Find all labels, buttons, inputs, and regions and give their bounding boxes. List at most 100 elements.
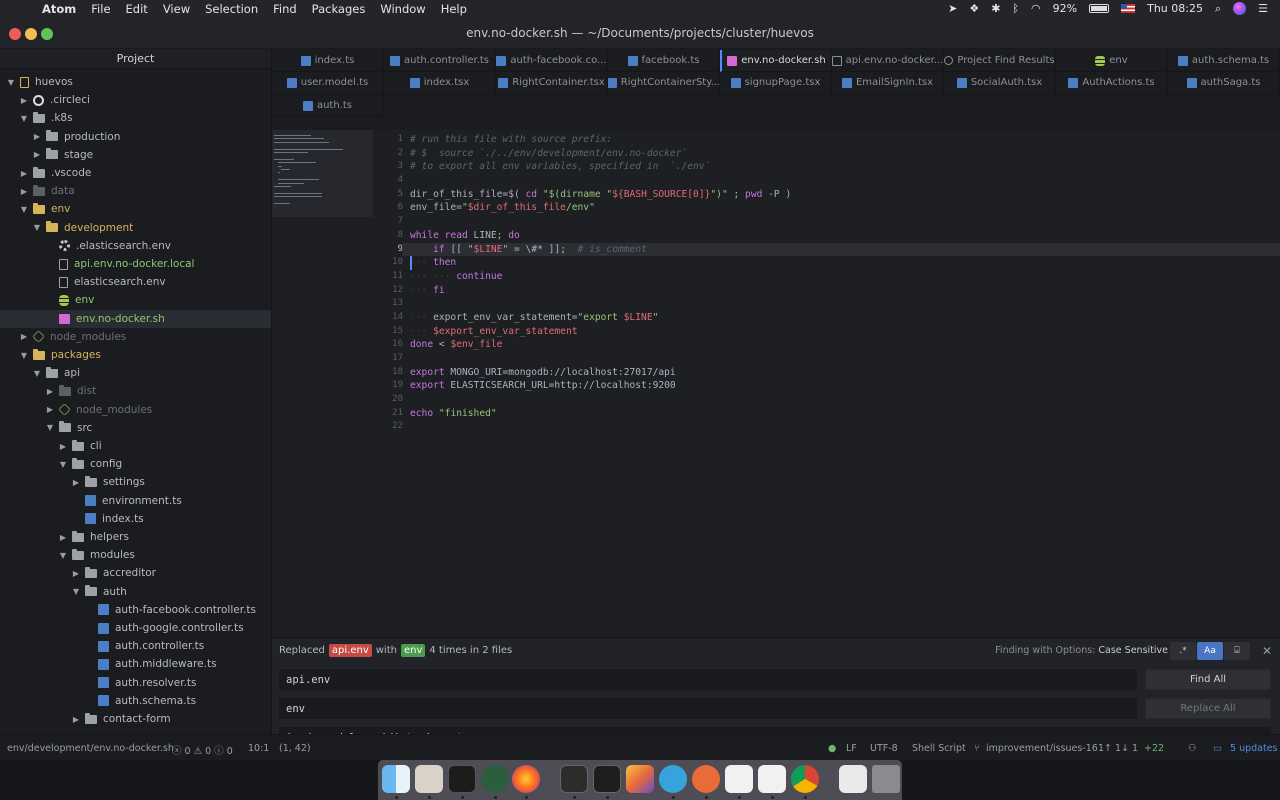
chevron-down-icon[interactable]: ▼ <box>19 114 29 123</box>
code-line[interactable]: dir_of_this_file=$( cd "$(dirname "${BAS… <box>410 188 1280 202</box>
replace-input[interactable]: env <box>279 698 1137 719</box>
editor-tab[interactable]: facebook.ts <box>608 50 720 72</box>
menu-window[interactable]: Window <box>380 2 425 16</box>
line-number[interactable]: 19 <box>373 379 403 393</box>
code-line[interactable] <box>410 393 1280 407</box>
chevron-down-icon[interactable]: ▼ <box>45 423 55 432</box>
editor-tab[interactable]: auth-facebook.co... <box>496 50 608 72</box>
chevron-right-icon[interactable]: ▶ <box>71 569 81 578</box>
line-number[interactable]: 15 <box>373 325 403 339</box>
chevron-right-icon[interactable]: ▶ <box>19 169 29 178</box>
activity-monitor-dock-icon[interactable] <box>560 765 588 793</box>
line-number[interactable]: 9 <box>373 243 403 257</box>
editor-tab[interactable]: user.model.ts <box>272 72 384 95</box>
chevron-down-icon[interactable]: ▼ <box>58 460 68 469</box>
find-input[interactable]: api.env <box>279 669 1137 690</box>
battery-icon[interactable] <box>1089 4 1110 13</box>
chevron-down-icon[interactable]: ▼ <box>19 351 29 360</box>
status-encoding[interactable]: UTF-8 <box>870 743 898 754</box>
chevron-down-icon[interactable]: ▼ <box>32 223 42 232</box>
tree-item[interactable]: ▶ helpers <box>0 528 271 546</box>
editor-tab[interactable]: AuthActions.ts <box>1056 72 1168 95</box>
code-line[interactable]: ··· fi <box>410 284 1280 298</box>
code-line[interactable]: # run this file with source prefix: <box>410 133 1280 147</box>
menu-view[interactable]: View <box>163 2 190 16</box>
regex-toggle-button[interactable]: .* <box>1170 642 1196 660</box>
line-number[interactable]: 14 <box>373 311 403 325</box>
code-line[interactable]: # to export all env variables, specified… <box>410 160 1280 174</box>
code-line[interactable]: ··· then <box>410 256 1280 270</box>
code-line[interactable]: done < $env_file <box>410 338 1280 352</box>
tree-item[interactable]: ▼ env <box>0 200 271 218</box>
line-number[interactable]: 18 <box>373 366 403 380</box>
bluetooth-icon[interactable]: ᛒ <box>1012 2 1019 15</box>
chevron-right-icon[interactable]: ▶ <box>19 96 29 105</box>
menu-app-name[interactable]: Atom <box>42 2 76 16</box>
tree-item[interactable]: ▼ .k8s <box>0 109 271 127</box>
tree-item[interactable]: ▼ development <box>0 219 271 237</box>
chevron-down-icon[interactable]: ▼ <box>19 205 29 214</box>
line-number-gutter[interactable]: 1 2 3 4 5 6 7 8 9 10 11 12 13 14 15 16 17 18 19 20 21 22 <box>373 133 403 434</box>
tree-item[interactable]: ▶ dist <box>0 382 271 400</box>
status-grammar[interactable]: Shell Script <box>912 743 966 754</box>
tree-item[interactable]: ▼ auth <box>0 583 271 601</box>
line-number[interactable]: 13 <box>373 297 403 311</box>
wifi-icon[interactable]: ◠ <box>1031 2 1041 15</box>
trash-dock-icon[interactable] <box>872 765 900 793</box>
editor-tab[interactable]: authSaga.ts <box>1168 72 1280 95</box>
tree-item[interactable]: ▼ config <box>0 455 271 473</box>
spotlight-search-icon[interactable]: ⌕ <box>1215 2 1221 16</box>
chevron-right-icon[interactable]: ▶ <box>45 405 55 414</box>
line-number[interactable]: 16 <box>373 338 403 352</box>
status-selection-count[interactable]: (1, 42) <box>279 743 311 754</box>
menu-edit[interactable]: Edit <box>126 2 148 16</box>
chevron-right-icon[interactable]: ▶ <box>58 442 68 451</box>
tree-item[interactable]: auth.middleware.ts <box>0 655 271 673</box>
menu-selection[interactable]: Selection <box>205 2 258 16</box>
code-line[interactable]: export ELASTICSEARCH_URL=http://localhos… <box>410 379 1280 393</box>
tree-item[interactable]: index.ts <box>0 510 271 528</box>
close-find-panel-icon[interactable]: ✕ <box>1262 644 1272 658</box>
tree-item[interactable]: ▶ settings <box>0 473 271 491</box>
tree-item[interactable]: ▶ stage <box>0 146 271 164</box>
status-line-ending[interactable]: LF <box>846 743 857 754</box>
chevron-down-icon[interactable]: ▼ <box>71 587 81 596</box>
tree-item[interactable]: auth-google.controller.ts <box>0 619 271 637</box>
line-number[interactable]: 3 <box>373 160 403 174</box>
code-line[interactable]: env_file="$dir_of_this_file/env" <box>410 201 1280 215</box>
whole-word-toggle-button[interactable]: ⌸ <box>1224 642 1250 660</box>
line-number[interactable]: 21 <box>373 407 403 421</box>
tree-item[interactable]: auth.controller.ts <box>0 637 271 655</box>
chevron-right-icon[interactable]: ▶ <box>58 533 68 542</box>
line-number[interactable]: 8 <box>373 229 403 243</box>
editor-tab[interactable]: EmailSignIn.tsx <box>832 72 944 95</box>
tree-item[interactable]: env <box>0 291 271 309</box>
code-line[interactable]: ··· export_env_var_statement="export $LI… <box>410 311 1280 325</box>
editor-tab[interactable]: index.tsx <box>384 72 496 95</box>
line-number[interactable]: 6 <box>373 201 403 215</box>
chevron-right-icon[interactable]: ▶ <box>32 150 42 159</box>
text-editor[interactable]: 1 2 3 4 5 6 7 8 9 10 11 12 13 14 15 16 17 18 19 20 21 22 # ru… <box>272 130 1280 637</box>
code-line[interactable]: while read LINE; do <box>410 229 1280 243</box>
tree-item[interactable]: auth.schema.ts <box>0 692 271 710</box>
code-line[interactable]: ··· if [[ "$LINE" = \#* ]]; # is_comment <box>402 242 1280 257</box>
menubar-clock[interactable]: Thu 08:25 <box>1147 2 1203 15</box>
status-diagnostics[interactable]: ⓧ 0 ⚠ 0 ⓘ 0 <box>172 743 233 757</box>
line-number[interactable]: 4 <box>373 174 403 188</box>
code-line[interactable]: ··· $export_env_var_statement <box>410 325 1280 339</box>
finder-dock-icon[interactable] <box>382 765 410 793</box>
terminal-dock-icon[interactable] <box>448 765 476 793</box>
editor-tab[interactable]: Project Find Results <box>944 50 1056 72</box>
telegram-dock-icon[interactable] <box>659 765 687 793</box>
menu-file[interactable]: File <box>91 2 110 16</box>
tree-item[interactable]: auth.resolver.ts <box>0 674 271 692</box>
line-number[interactable]: 17 <box>373 352 403 366</box>
status-file-path[interactable]: env/development/env.no-docker.sh <box>7 743 174 754</box>
tree-item[interactable]: .elasticsearch.env <box>0 237 271 255</box>
tree-item[interactable]: ▼ huevos <box>0 73 271 91</box>
tree-item[interactable]: ▶ data <box>0 182 271 200</box>
code-line[interactable] <box>410 174 1280 188</box>
editor-tab[interactable]: RightContainer.tsx <box>496 72 608 95</box>
tree-item[interactable]: ▼ api <box>0 364 271 382</box>
chevron-right-icon[interactable]: ▶ <box>19 187 29 196</box>
